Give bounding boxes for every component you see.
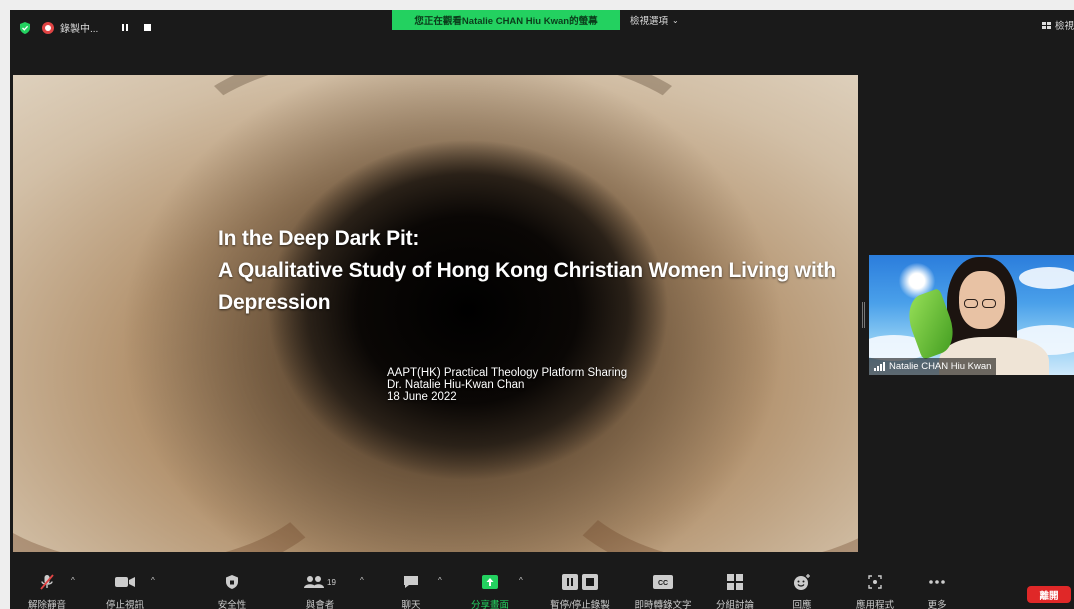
participants-count: 19: [327, 577, 336, 587]
breakout-rooms-icon: [727, 574, 743, 590]
pause-stop-recording-label: 暫停/停止錄製: [550, 600, 610, 609]
view-label: 檢視: [1054, 21, 1074, 32]
leave-button[interactable]: 離開: [1027, 586, 1071, 603]
slide-title-line-1: In the Deep Dark Pit:: [218, 227, 420, 250]
apps-button[interactable]: 應用程式: [840, 573, 910, 609]
live-transcript-label: 即時轉錄文字: [634, 600, 692, 609]
breakout-rooms-label: 分組討論: [715, 600, 754, 609]
video-camera-icon: [115, 577, 135, 587]
participants-label: 與會者: [305, 600, 335, 609]
security-button[interactable]: 安全性: [197, 573, 267, 609]
chevron-down-icon: ⌄: [672, 15, 679, 25]
gallery-view-icon: [1041, 21, 1051, 29]
zoom-meeting-window: 錄製中... 您正在觀看Natalie CHAN Hiu Kwan的螢幕 檢視選…: [10, 10, 1074, 609]
recording-icon: [42, 21, 54, 34]
viewing-screen-banner: 您正在觀看Natalie CHAN Hiu Kwan的螢幕: [392, 10, 620, 30]
slide-date: 18 June 2022: [387, 391, 457, 403]
view-button[interactable]: 檢視: [1041, 18, 1074, 32]
stop-video-label: 停止視訊: [105, 600, 144, 609]
resize-handle[interactable]: [862, 302, 865, 328]
security-shield-icon: [226, 575, 238, 589]
share-screen-button[interactable]: 分享畫面: [455, 573, 525, 609]
participant-name-tag: Natalie CHAN Hiu Kwan: [869, 358, 997, 375]
recording-label: 錄製中...: [60, 24, 99, 35]
reactions-label: 回應: [792, 600, 812, 609]
apps-label: 應用程式: [855, 600, 894, 609]
meeting-toolbar: 解除靜音 ^ 停止視訊 ^ 安全性 19 與會者 ^ 聊天 ^ 分享畫面 ^ 暫…: [10, 573, 1074, 609]
live-transcript-button[interactable]: CC 即時轉錄文字: [628, 573, 698, 609]
more-label: 更多: [927, 600, 947, 609]
share-screen-label: 分享畫面: [470, 600, 509, 609]
breakout-rooms-button[interactable]: 分組討論: [700, 573, 770, 609]
slide-title: In the Deep Dark Pit: A Qualitative Stud…: [218, 223, 836, 319]
microphone-muted-icon: [40, 574, 54, 590]
more-button[interactable]: 更多: [902, 573, 972, 609]
apps-icon: [868, 575, 882, 589]
video-options-caret-icon[interactable]: ^: [151, 576, 155, 585]
signal-strength-icon: [874, 362, 885, 371]
participants-options-caret-icon[interactable]: ^: [360, 576, 364, 585]
unmute-label: 解除靜音: [27, 600, 66, 609]
chat-label: 聊天: [401, 600, 421, 609]
view-options-button[interactable]: 檢視選項 ⌄: [630, 10, 679, 30]
share-options-caret-icon[interactable]: ^: [519, 576, 523, 585]
participants-icon: [304, 576, 325, 588]
reactions-button[interactable]: 回應: [767, 573, 837, 609]
top-status-bar: 錄製中...: [18, 20, 154, 35]
stop-recording-button[interactable]: [140, 21, 154, 35]
security-label: 安全性: [217, 600, 247, 609]
encryption-shield-icon[interactable]: [18, 21, 32, 35]
participants-button[interactable]: 19 與會者: [285, 573, 355, 609]
slide-subtitle: AAPT(HK) Practical Theology Platform Sha…: [387, 367, 627, 403]
closed-caption-icon: CC: [653, 575, 673, 589]
chat-button[interactable]: 聊天: [376, 573, 446, 609]
pause-recording-button[interactable]: [118, 21, 132, 35]
slide-title-line-3: Depression: [218, 291, 331, 314]
pause-icon: [562, 574, 578, 590]
recording-indicator: 錄製中...: [42, 20, 98, 35]
share-screen-icon: [482, 575, 498, 589]
stop-video-button[interactable]: 停止視訊: [90, 573, 160, 609]
shared-screen-slide: In the Deep Dark Pit: A Qualitative Stud…: [13, 75, 858, 552]
chat-options-caret-icon[interactable]: ^: [438, 576, 442, 585]
view-options-label: 檢視選項: [630, 16, 669, 27]
participant-video-tile[interactable]: Natalie CHAN Hiu Kwan: [869, 255, 1074, 375]
participant-name: Natalie CHAN Hiu Kwan: [889, 361, 992, 372]
stop-icon: [582, 574, 598, 590]
svg-text:CC: CC: [658, 580, 668, 587]
reaction-emoji-icon: [794, 574, 810, 590]
more-dots-icon: [929, 580, 945, 584]
chat-bubble-icon: [404, 576, 418, 588]
pause-stop-recording-button[interactable]: 暫停/停止錄製: [545, 573, 615, 609]
audio-options-caret-icon[interactable]: ^: [71, 576, 75, 585]
slide-author: Dr. Natalie Hiu-Kwan Chan: [387, 379, 525, 391]
slide-event: AAPT(HK) Practical Theology Platform Sha…: [387, 367, 628, 379]
glasses: [964, 295, 1000, 308]
slide-title-line-2: A Qualitative Study of Hong Kong Christi…: [218, 259, 837, 282]
